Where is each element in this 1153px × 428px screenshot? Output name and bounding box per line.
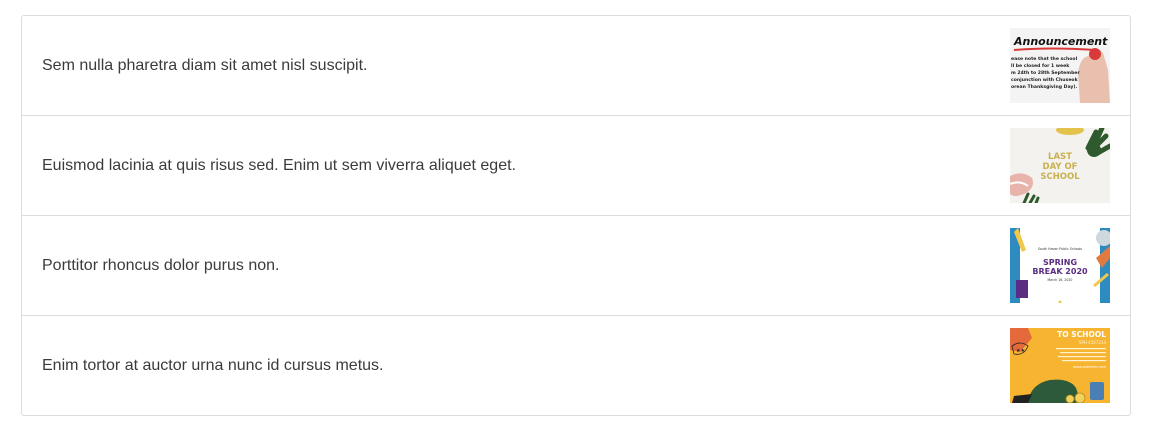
thumb-line: ll be closed for 1 week — [1011, 63, 1070, 69]
list-item-text: Euismod lacinia at quis risus sed. Enim … — [42, 156, 516, 174]
announcement-list: Sem nulla pharetra diam sit amet nisl su… — [21, 15, 1131, 416]
thumb-line: ease note that the school — [1011, 56, 1078, 62]
thumb-line: SPRING — [1043, 258, 1077, 267]
thumb-line: SCHOOL — [1040, 172, 1080, 182]
thumb-line: conjunction with Chuseok — [1011, 77, 1079, 83]
list-item-text: Porttitor rhoncus dolor purus non. — [42, 256, 280, 274]
list-item-thumbnail[interactable]: LAST DAY OF SCHOOL — [1010, 128, 1110, 203]
spring-break-thumbnail-image: South Haven Public Schools SPRING BREAK … — [1010, 228, 1110, 303]
thumb-footer: www.sitehere.com — [1073, 365, 1107, 369]
list-item-thumbnail[interactable]: Announcement ease note that the school l… — [1010, 28, 1110, 103]
list-item-thumbnail[interactable]: South Haven Public Schools SPRING BREAK … — [1010, 228, 1110, 303]
last-day-of-school-thumbnail-image: LAST DAY OF SCHOOL — [1010, 128, 1110, 203]
announcement-thumbnail-image: Announcement ease note that the school l… — [1010, 28, 1110, 103]
list-item[interactable]: Porttitor rhoncus dolor purus non. South… — [22, 216, 1130, 316]
thumb-line: m 24th to 28th September — [1011, 70, 1080, 76]
list-item[interactable]: Sem nulla pharetra diam sit amet nisl su… — [22, 16, 1130, 116]
list-item-thumbnail[interactable]: ★★ TO SCHOOL SPH 4567234 www.sitehere.co… — [1010, 328, 1110, 403]
thumb-title: TO SCHOOL — [1057, 330, 1106, 339]
list-item[interactable]: Enim tortor at auctor urna nunc id cursu… — [22, 316, 1130, 415]
thumb-line: orean Thanksgiving Day). — [1011, 84, 1078, 90]
list-item-text: Sem nulla pharetra diam sit amet nisl su… — [42, 56, 368, 74]
svg-text:★★: ★★ — [1016, 348, 1025, 354]
thumb-date: March 16, 2020 — [1048, 278, 1073, 282]
thumb-line: LAST — [1048, 152, 1072, 162]
list-item-text: Enim tortor at auctor urna nunc id cursu… — [42, 356, 384, 374]
thumb-title: Announcement — [1013, 35, 1108, 48]
back-to-school-thumbnail-image: ★★ TO SCHOOL SPH 4567234 www.sitehere.co… — [1010, 328, 1110, 403]
thumb-top-text: South Haven Public Schools — [1038, 247, 1083, 251]
thumb-line: DAY OF — [1043, 162, 1078, 172]
list-item[interactable]: Euismod lacinia at quis risus sed. Enim … — [22, 116, 1130, 216]
thumb-subtitle: SPH 4567234 — [1079, 340, 1107, 345]
thumb-line: BREAK 2020 — [1032, 267, 1088, 276]
